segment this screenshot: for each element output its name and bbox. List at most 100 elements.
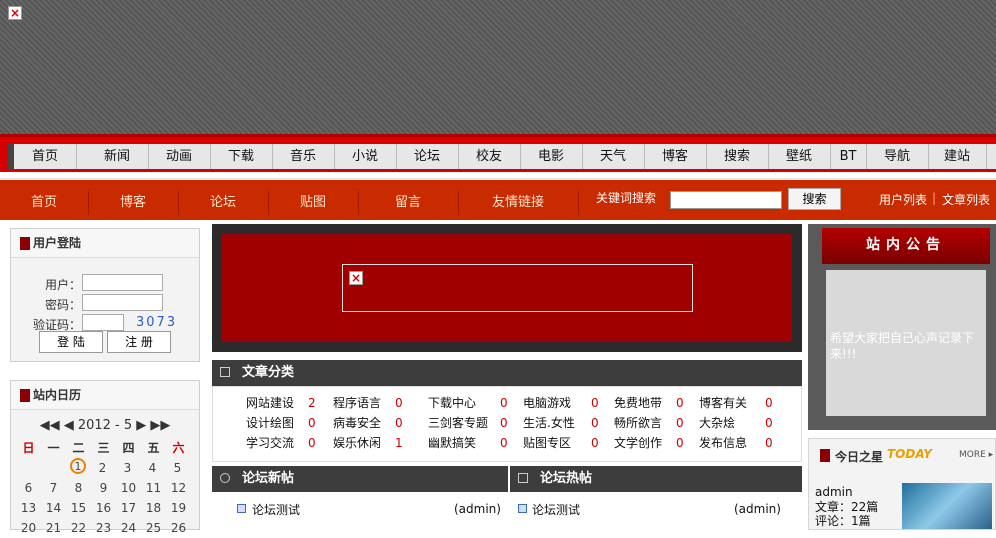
category-link[interactable]: 下载中心	[428, 394, 476, 411]
category-link[interactable]: 娱乐休闲	[333, 434, 381, 451]
category-link[interactable]: 病毒安全	[333, 414, 381, 431]
forum-hot-title: 论坛热帖	[540, 471, 593, 486]
calendar-day[interactable]: 26	[166, 518, 191, 538]
more-link[interactable]: MORE ▸	[959, 450, 993, 460]
category-link[interactable]: 电脑游戏	[523, 394, 571, 411]
star-name[interactable]: admin	[815, 485, 853, 499]
calendar-day[interactable]: 16	[91, 498, 116, 518]
calendar-day[interactable]: 24	[116, 518, 141, 538]
category-link[interactable]: 程序语言	[333, 394, 381, 411]
category-link[interactable]: 发布信息	[699, 434, 747, 451]
nav-item[interactable]: 博客	[644, 144, 707, 169]
calendar-day[interactable]: 15	[66, 498, 91, 518]
article-list-link[interactable]: 文章列表	[942, 191, 990, 208]
category-count: 0	[676, 436, 684, 450]
sub-nav-item[interactable]: 博客	[88, 191, 179, 215]
nav-item[interactable]: 壁纸	[768, 144, 831, 169]
nav-item[interactable]: 天气	[582, 144, 645, 169]
nav-item[interactable]: 首页	[14, 144, 77, 169]
calendar-day[interactable]: 20	[16, 518, 41, 538]
nav-item[interactable]: 动画	[148, 144, 211, 169]
nav-item[interactable]: 小说	[334, 144, 397, 169]
sub-nav-item[interactable]: 贴图	[268, 191, 359, 215]
forum-new-post[interactable]: 论坛测试	[252, 501, 300, 518]
weekday-label: 四	[122, 441, 135, 455]
register-button[interactable]: 注 册	[107, 331, 171, 353]
calendar-day[interactable]: 6	[16, 478, 41, 498]
sub-nav-item[interactable]: 友情链接	[458, 191, 579, 215]
calendar-day[interactable]: 9	[91, 478, 116, 498]
calendar-day[interactable]: 17	[116, 498, 141, 518]
calendar-day[interactable]: 23	[91, 518, 116, 538]
user-list-link[interactable]: 用户列表	[879, 191, 927, 208]
calendar-day[interactable]: 25	[141, 518, 166, 538]
category-count: 0	[765, 396, 773, 410]
calendar-day[interactable]: 5	[165, 458, 190, 478]
nav-item[interactable]: 下载	[210, 144, 273, 169]
notice-body: 希望大家把自己心声记录下来!!!	[826, 270, 986, 416]
category-link[interactable]: 畅所欲言	[614, 414, 662, 431]
category-link[interactable]: 三剑客专题	[428, 414, 488, 431]
calendar-day[interactable]: 3	[115, 458, 140, 478]
nav-item[interactable]: 校友	[458, 144, 521, 169]
nav-item[interactable]: BT	[830, 144, 867, 169]
calendar-day[interactable]: 13	[16, 498, 41, 518]
category-count: 0	[308, 436, 316, 450]
calendar-day[interactable]: 21	[41, 518, 66, 538]
category-link[interactable]: 生活.女性	[523, 414, 575, 431]
list-icon	[518, 473, 528, 483]
category-count: 0	[500, 396, 508, 410]
calendar-day[interactable]: 8	[66, 478, 91, 498]
star-panel: 今日之星 TODAY MORE ▸ admin 文章：22篇 评论：1篇	[808, 438, 996, 530]
calendar-day[interactable]: 2	[90, 458, 115, 478]
nav-item[interactable]: 建站	[928, 144, 987, 169]
category-link[interactable]: 博客有关	[699, 394, 747, 411]
divider: |	[932, 191, 937, 205]
calendar-day[interactable]: 18	[141, 498, 166, 518]
calendar-day[interactable]: 4	[140, 458, 165, 478]
login-button[interactable]: 登 陆	[39, 331, 103, 353]
calendar-day[interactable]: 14	[41, 498, 66, 518]
category-link[interactable]: 免费地带	[614, 394, 662, 411]
category-link[interactable]: 幽默搞笑	[428, 434, 476, 451]
forum-hot-author: (admin)	[734, 502, 781, 516]
category-link[interactable]: 贴图专区	[523, 434, 571, 451]
calendar-day[interactable]: 11	[141, 478, 166, 498]
nav-item[interactable]: 导航	[866, 144, 929, 169]
category-link[interactable]: 大杂烩	[699, 414, 735, 431]
sub-nav-item[interactable]: 留言	[358, 191, 459, 215]
calendar-day[interactable]: 12	[166, 478, 191, 498]
category-count: 0	[676, 416, 684, 430]
notice-text: 希望大家把自己心声记录下来!!!	[830, 331, 975, 361]
nav-item[interactable]: 论坛	[396, 144, 459, 169]
nav-item[interactable]: 搜索	[706, 144, 769, 169]
category-link[interactable]: 学习交流	[246, 434, 294, 451]
avatar[interactable]	[902, 483, 992, 529]
category-link[interactable]: 网站建设	[246, 394, 294, 411]
slideshow-frame[interactable]: ×	[342, 264, 693, 312]
password-input[interactable]	[82, 294, 163, 311]
calendar-day[interactable]: 22	[66, 518, 91, 538]
category-link[interactable]: 设计绘图	[246, 414, 294, 431]
calendar-nav[interactable]: ◀◀ ◀ 2012 - 5 ▶ ▶▶	[16, 418, 194, 433]
calendar-day[interactable]: 10	[116, 478, 141, 498]
square-bullet-icon	[820, 449, 830, 462]
captcha-code: 3073	[136, 315, 178, 330]
nav-item[interactable]: 音乐	[272, 144, 335, 169]
calendar-day[interactable]: 1	[70, 458, 86, 474]
category-link[interactable]: 文学创作	[614, 434, 662, 451]
list-icon	[220, 367, 230, 377]
sub-nav-item[interactable]: 论坛	[178, 191, 269, 215]
calendar-day[interactable]: 19	[166, 498, 191, 518]
search-input[interactable]	[670, 191, 782, 209]
calendar-day[interactable]: 7	[41, 478, 66, 498]
captcha-input[interactable]	[82, 314, 124, 331]
nav-item[interactable]: 新闻	[86, 144, 149, 169]
search-button[interactable]: 搜索	[788, 188, 841, 210]
category-count: 0	[500, 416, 508, 430]
sub-nav-item[interactable]: 首页	[0, 191, 89, 215]
nav-item[interactable]: 电影	[520, 144, 583, 169]
forum-hot-post[interactable]: 论坛测试	[532, 501, 580, 518]
circle-icon	[220, 473, 230, 483]
username-input[interactable]	[82, 274, 163, 291]
